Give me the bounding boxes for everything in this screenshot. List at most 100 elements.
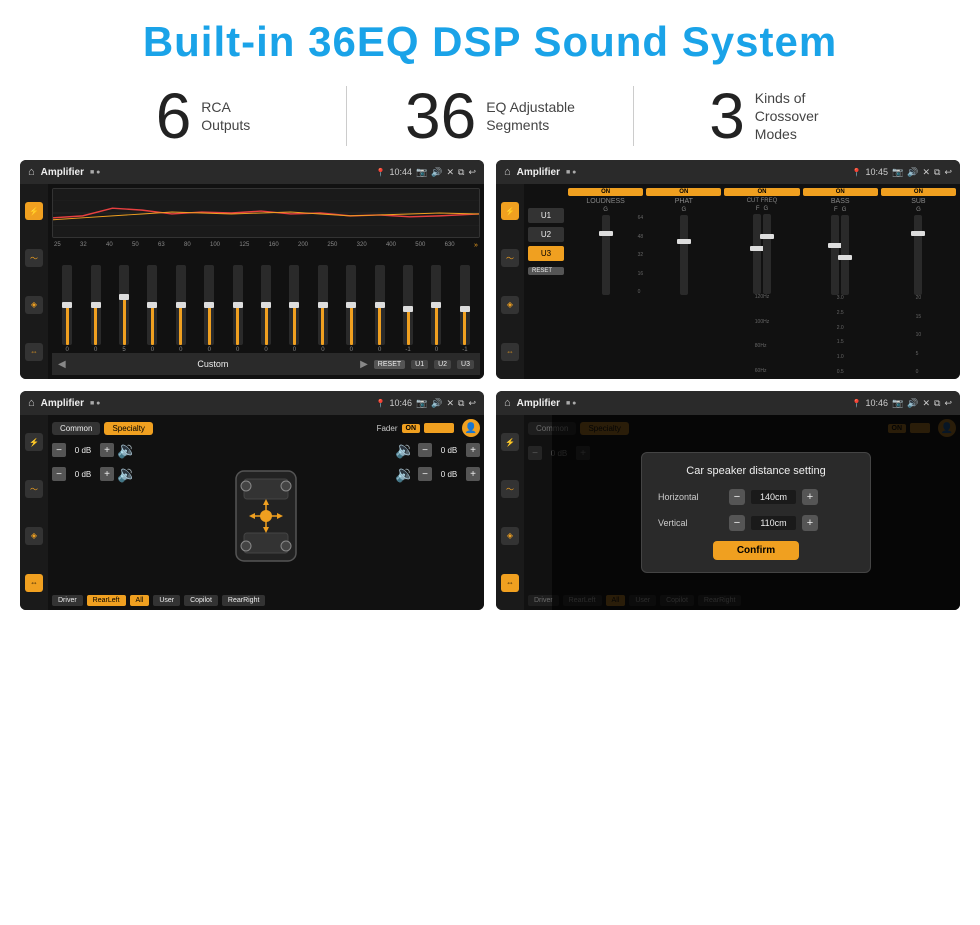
vol-minus-bl[interactable]: − — [52, 467, 66, 481]
home-icon-s2[interactable]: ⌂ — [504, 166, 511, 178]
vol-val-tr: 0 dB — [435, 446, 463, 455]
reset-btn-s1[interactable]: RESET — [374, 360, 405, 369]
vertical-plus-btn[interactable]: + — [802, 515, 818, 531]
vol-plus-br[interactable]: + — [466, 467, 480, 481]
volume-icon-s1[interactable]: 🔊 — [431, 167, 442, 178]
confirm-button[interactable]: Confirm — [713, 541, 799, 560]
fader-on-badge[interactable]: ON — [402, 424, 421, 433]
horizontal-label: Horizontal — [658, 492, 723, 502]
arrows-icon-s4[interactable]: ⇔ — [501, 574, 519, 592]
u2-btn-s1[interactable]: U2 — [434, 360, 451, 369]
common-tab-s3[interactable]: Common — [52, 422, 100, 435]
camera-icon-s2[interactable]: 📷 — [892, 167, 903, 178]
home-icon-s3[interactable]: ⌂ — [28, 397, 35, 409]
phat-on-btn[interactable]: ON — [646, 188, 721, 196]
sub-on-btn[interactable]: ON — [881, 188, 956, 196]
reset-btn-s2[interactable]: RESET — [528, 267, 564, 275]
filter-icon-s2[interactable]: ⚡ — [501, 202, 519, 220]
driver-btn-s3[interactable]: Driver — [52, 595, 83, 606]
window-icon-s4[interactable]: ⧉ — [934, 398, 940, 409]
vol-minus-tr[interactable]: − — [418, 443, 432, 457]
vol-plus-tr[interactable]: + — [466, 443, 480, 457]
horizontal-minus-btn[interactable]: − — [729, 489, 745, 505]
stat-rca-number: 6 — [156, 84, 192, 148]
horizontal-plus-btn[interactable]: + — [802, 489, 818, 505]
vol-minus-br[interactable]: − — [418, 467, 432, 481]
camera-icon-s4[interactable]: 📷 — [892, 398, 903, 409]
screen2-main-area: U1 U2 U3 RESET ON LOUDNESS G — [524, 184, 960, 379]
ch-sub: ON SUB G 20 15 10 — [881, 188, 956, 375]
next-preset-btn[interactable]: ▶ — [360, 359, 368, 370]
fader-bar[interactable] — [424, 423, 454, 433]
volume-icon-s2[interactable]: 🔊 — [907, 167, 918, 178]
sub-slider: 20 15 10 5 0 — [881, 215, 956, 375]
screen4-dots: ■ ● — [566, 400, 576, 407]
back-icon-s2[interactable]: ↩ — [944, 167, 952, 178]
header-section: Built-in 36EQ DSP Sound System — [0, 0, 980, 76]
window-icon-s3[interactable]: ⧉ — [458, 398, 464, 409]
preset-label: Custom — [72, 359, 354, 369]
back-icon-s1[interactable]: ↩ — [468, 167, 476, 178]
eq-filter-icon[interactable]: ⚡ — [25, 202, 43, 220]
copilot-btn-s3[interactable]: Copilot — [184, 595, 218, 606]
home-icon-s4[interactable]: ⌂ — [504, 397, 511, 409]
home-icon-s1[interactable]: ⌂ — [28, 166, 35, 178]
screen4-time: 10:46 — [866, 398, 889, 408]
vol-plus-tl[interactable]: + — [100, 443, 114, 457]
filter-icon-s3[interactable]: ⚡ — [25, 433, 43, 451]
bass-slider: 3.0 2.5 2.0 1.5 1.0 0.5 — [803, 215, 878, 375]
camera-icon-s3[interactable]: 📷 — [416, 398, 427, 409]
u1-btn-s1[interactable]: U1 — [411, 360, 428, 369]
person-icon-s3[interactable]: 👤 — [462, 419, 480, 437]
volume-icon-s3[interactable]: 🔊 — [431, 398, 442, 409]
cutfreq-on-btn[interactable]: ON — [724, 188, 799, 196]
window-icon-s2[interactable]: ⧉ — [934, 167, 940, 178]
user-btn-s3[interactable]: User — [153, 595, 180, 606]
speaker-icon-s3[interactable]: ◈ — [25, 527, 43, 545]
vertical-minus-btn[interactable]: − — [729, 515, 745, 531]
ch-loudness: ON LOUDNESS G 64 — [568, 188, 643, 375]
vol-minus-tl[interactable]: − — [52, 443, 66, 457]
wave-icon-s2[interactable]: 〜 — [501, 249, 519, 267]
speaker-icon-s2[interactable]: ◈ — [501, 296, 519, 314]
vol-plus-bl[interactable]: + — [100, 467, 114, 481]
back-icon-s3[interactable]: ↩ — [468, 398, 476, 409]
close-icon-s4[interactable]: ✕ — [922, 398, 930, 409]
rearleft-btn-s3[interactable]: RearLeft — [87, 595, 126, 606]
u3-btn-s1[interactable]: U3 — [457, 360, 474, 369]
eq-wave-icon[interactable]: 〜 — [25, 249, 43, 267]
close-icon-s3[interactable]: ✕ — [446, 398, 454, 409]
camera-icon-s1[interactable]: 📷 — [416, 167, 427, 178]
eq-arrows-icon[interactable]: ⇔ — [25, 343, 43, 361]
volume-icon-s4[interactable]: 🔊 — [907, 398, 918, 409]
screen2-dots: ■ ● — [566, 169, 576, 176]
rearright-btn-s3[interactable]: RearRight — [222, 595, 266, 606]
specialty-tab-s3[interactable]: Specialty — [104, 422, 152, 435]
all-btn-s3[interactable]: All — [130, 595, 150, 606]
filter-icon-s4[interactable]: ⚡ — [501, 433, 519, 451]
u2-btn-s2[interactable]: U2 — [528, 227, 564, 242]
wave-icon-s3[interactable]: 〜 — [25, 480, 43, 498]
prev-preset-btn[interactable]: ◀ — [58, 359, 66, 370]
wave-icon-s4[interactable]: 〜 — [501, 480, 519, 498]
ch-bass: ON BASS FG — [803, 188, 878, 375]
loudness-on-btn[interactable]: ON — [568, 188, 643, 196]
eq-speaker-icon[interactable]: ◈ — [25, 296, 43, 314]
screen2-location-icon: 📍 — [852, 168, 862, 177]
close-icon-s2[interactable]: ✕ — [922, 167, 930, 178]
window-icon-s1[interactable]: ⧉ — [458, 167, 464, 178]
back-icon-s4[interactable]: ↩ — [944, 398, 952, 409]
arrows-icon-s3[interactable]: ⇔ — [25, 574, 43, 592]
loudness-slider: 64 48 32 16 0 — [568, 215, 643, 375]
u1-btn-s2[interactable]: U1 — [528, 208, 564, 223]
u3-btn-s2[interactable]: U3 — [528, 246, 564, 261]
screen1-icons: 📷 🔊 ✕ ⧉ ↩ — [416, 167, 476, 178]
bass-on-btn[interactable]: ON — [803, 188, 878, 196]
arrows-icon-s2[interactable]: ⇔ — [501, 343, 519, 361]
screen3-left-controls: − 0 dB + 🔉 − 0 dB + 🔉 — [52, 440, 152, 592]
ch-phat: ON PHAT G — [646, 188, 721, 375]
speaker-icon-s4[interactable]: ◈ — [501, 527, 519, 545]
close-icon-s1[interactable]: ✕ — [446, 167, 454, 178]
bass-label: BASS — [831, 198, 850, 205]
distance-dialog: Car speaker distance setting Horizontal … — [641, 452, 871, 573]
